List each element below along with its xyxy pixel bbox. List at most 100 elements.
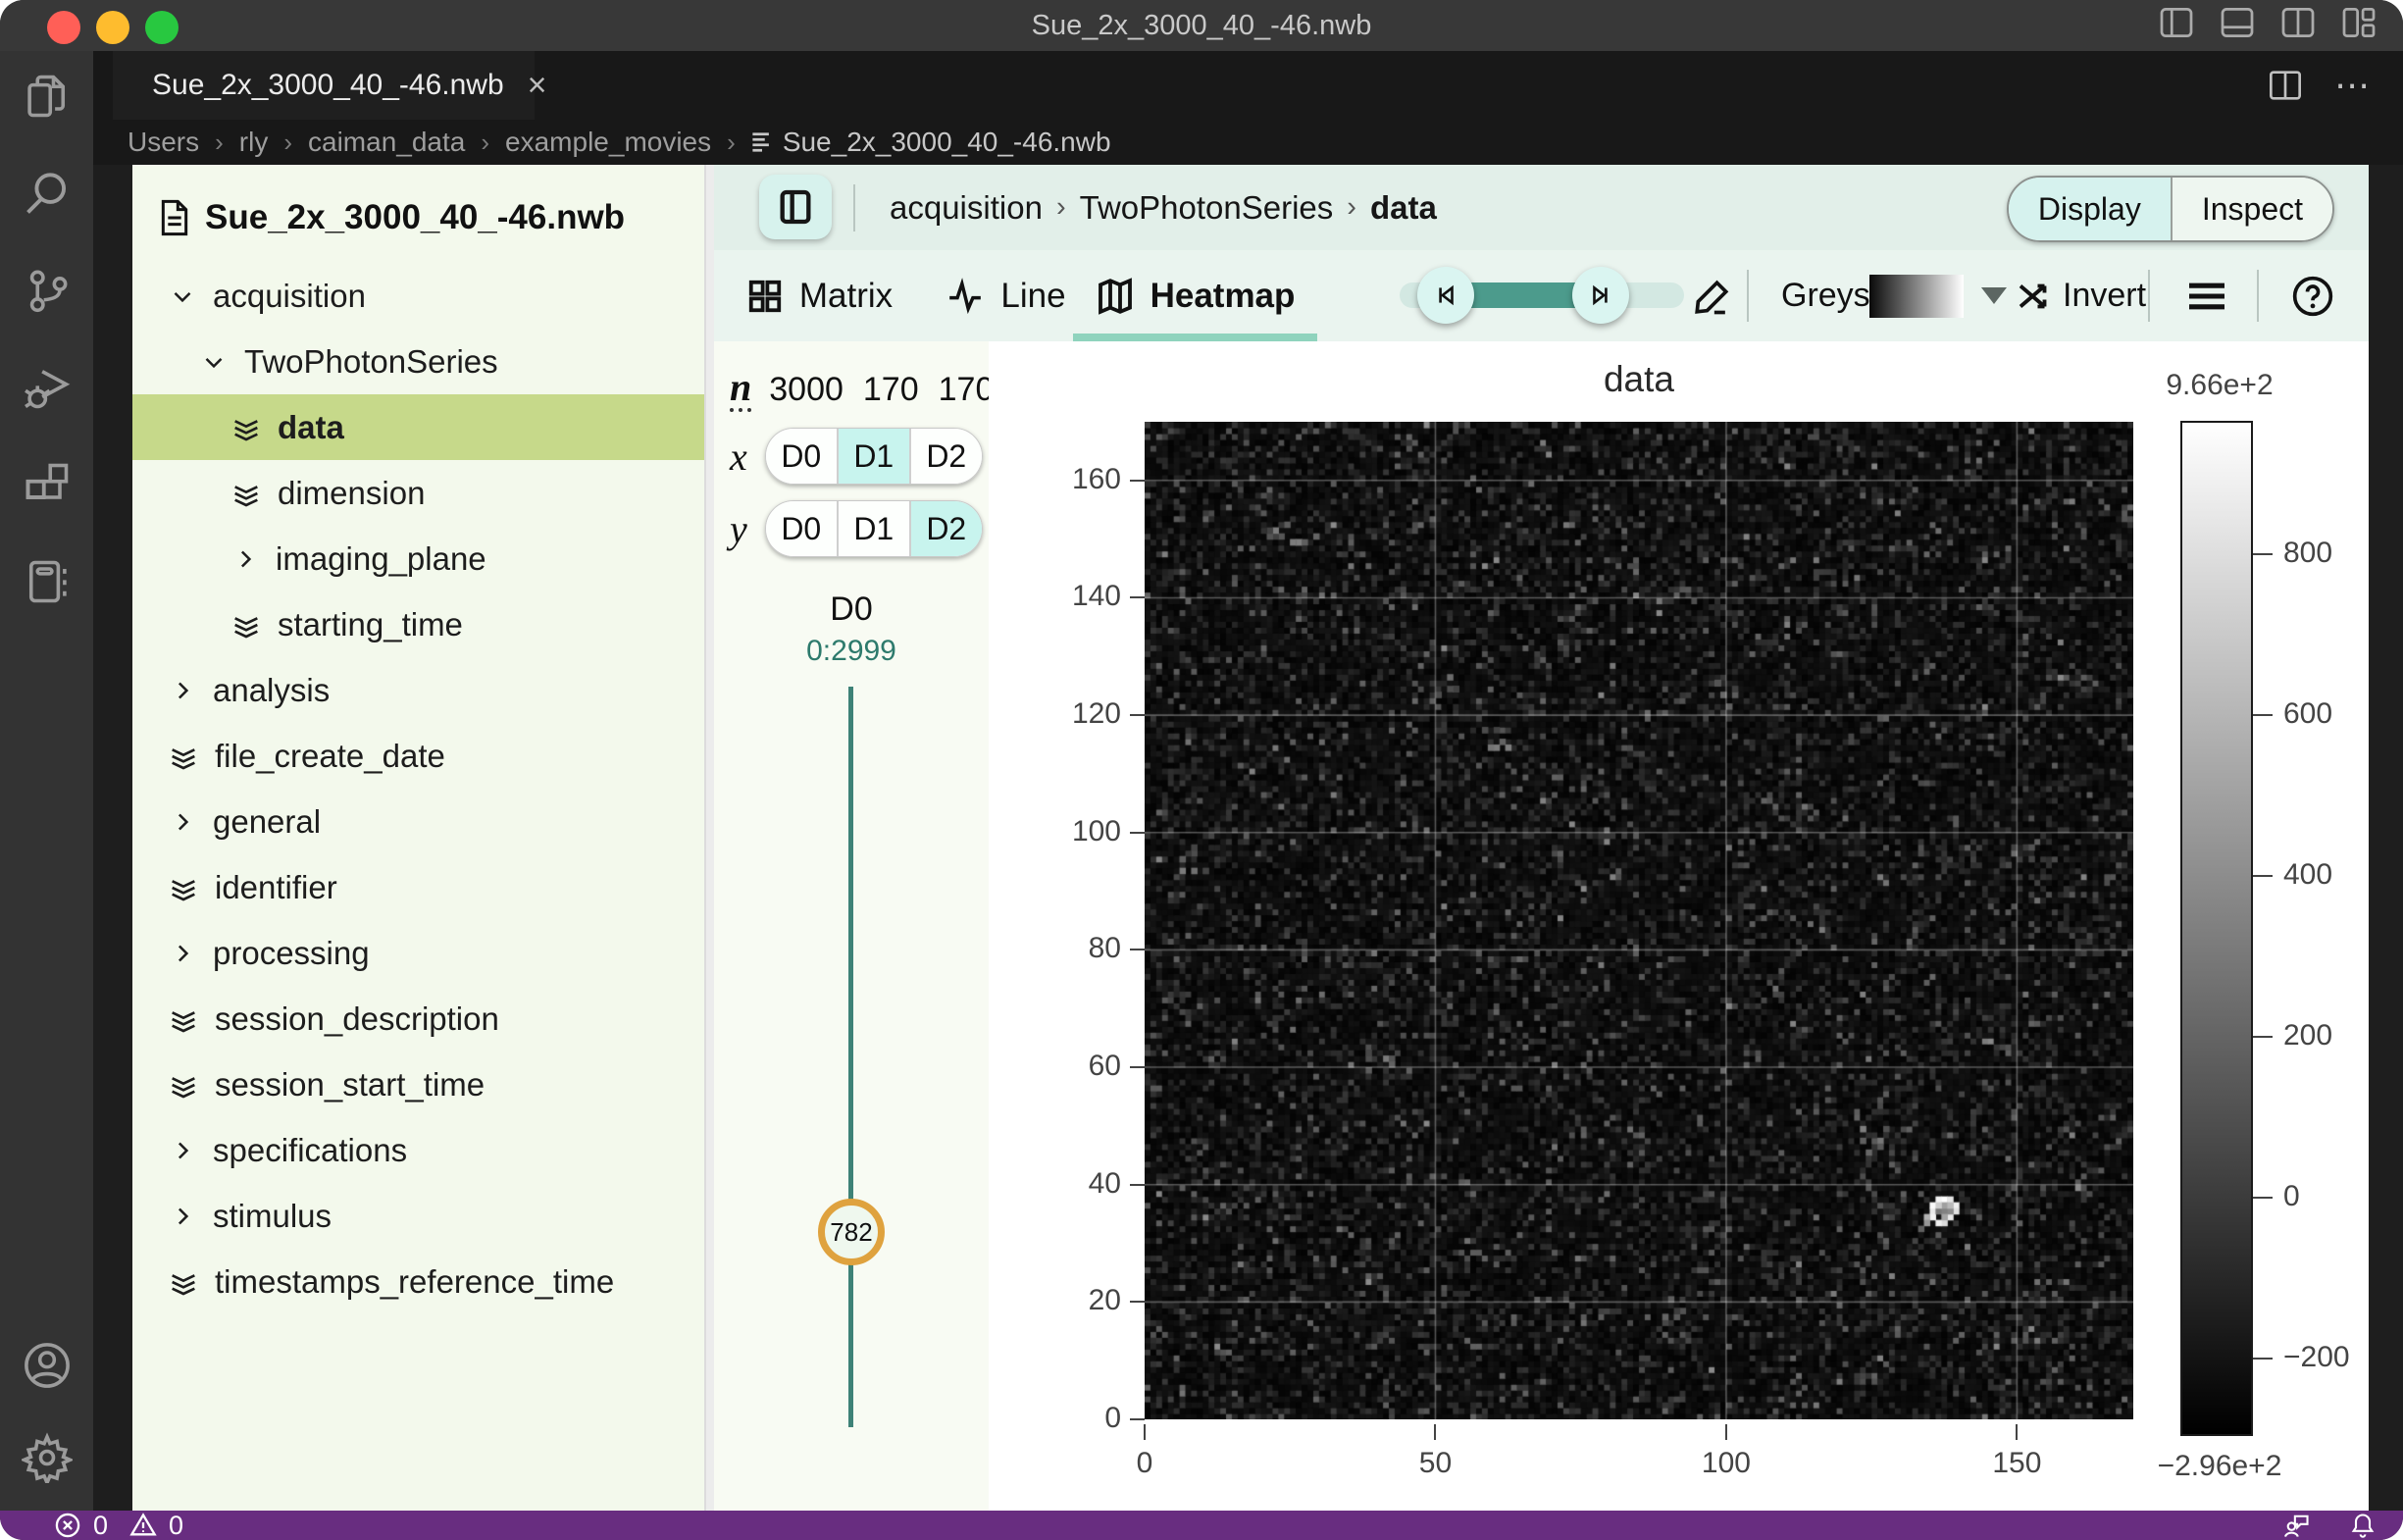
help-button[interactable]	[2291, 250, 2334, 341]
tab-close-icon[interactable]: ×	[528, 67, 547, 105]
notifications-bell-icon[interactable]	[2350, 1512, 2376, 1539]
colorbar-tick-label: −200	[2283, 1341, 2350, 1374]
tab-matrix-label: Matrix	[799, 277, 893, 316]
colormap-dropdown-caret[interactable]	[1981, 287, 2007, 304]
tree-item-starting_time[interactable]: starting_time	[132, 591, 704, 657]
x-dim-option-D0[interactable]: D0	[766, 429, 837, 484]
display-mode-button[interactable]: Display	[2009, 178, 2171, 240]
invert-button[interactable]	[2014, 250, 2055, 341]
range-max-handle[interactable]	[1572, 267, 1629, 324]
y-dim-option-D2[interactable]: D2	[909, 501, 982, 556]
toggle-tree-panel-button[interactable]	[759, 175, 832, 239]
menu-button[interactable]	[2185, 250, 2228, 341]
tree-item-specifications[interactable]: specifications	[132, 1117, 704, 1183]
tree-item-general[interactable]: general	[132, 789, 704, 854]
breadcrumb-item[interactable]: rly	[239, 127, 269, 158]
toggle-panel-icon[interactable]	[2221, 8, 2254, 37]
tree-item-acquisition[interactable]: acquisition	[132, 263, 704, 329]
frame-slider-track[interactable]	[848, 687, 853, 1427]
warning-count: 0	[169, 1511, 183, 1540]
breadcrumb-item[interactable]: example_movies	[505, 127, 711, 158]
tree-item-label: session_description	[215, 1001, 499, 1038]
colormap-range-slider[interactable]	[1400, 282, 1684, 308]
more-actions-icon[interactable]: ⋯	[2334, 65, 2374, 106]
tree-item-dimension[interactable]: dimension	[132, 460, 704, 526]
breadcrumb-item[interactable]: Users	[128, 127, 199, 158]
colormap-swatch[interactable]	[1869, 275, 1964, 318]
edit-range-button[interactable]	[1691, 250, 1734, 341]
account-icon[interactable]	[22, 1340, 73, 1391]
viewer-breadcrumb-item[interactable]: TwoPhotonSeries	[1080, 189, 1334, 227]
colorbar-tick-label: 400	[2283, 858, 2332, 892]
tab-matrix[interactable]: Matrix	[724, 250, 915, 341]
viewer-breadcrumb-separator: ›	[1347, 191, 1356, 224]
breadcrumb-item[interactable]: caiman_data	[308, 127, 465, 158]
extensions-icon[interactable]	[22, 459, 73, 510]
tree-item-stimulus[interactable]: stimulus	[132, 1183, 704, 1249]
explorer-icon[interactable]	[22, 71, 73, 122]
frame-slider-handle[interactable]: 782	[818, 1199, 885, 1265]
y-dim-option-D0[interactable]: D0	[766, 501, 837, 556]
dataset-icon	[230, 478, 262, 509]
chevron-down-icon	[199, 347, 229, 377]
tree-item-imaging_plane[interactable]: imaging_plane	[132, 526, 704, 591]
tree-item-timestamps_reference_time[interactable]: timestamps_reference_time	[132, 1249, 704, 1314]
x-dim-option-D1[interactable]: D1	[837, 429, 909, 484]
shape-values: 3000170170	[769, 371, 994, 409]
x-dim-option-D2[interactable]: D2	[909, 429, 982, 484]
inspect-mode-button[interactable]: Inspect	[2171, 178, 2332, 240]
settings-gear-icon[interactable]	[22, 1432, 73, 1483]
tab-heatmap[interactable]: Heatmap	[1073, 250, 1317, 341]
y-axis-tick-label: 120	[989, 697, 1121, 731]
shape-value: 170	[863, 371, 919, 409]
customize-layout-icon[interactable]	[2342, 8, 2376, 37]
problems-indicator[interactable]: 0 0	[0, 1511, 183, 1540]
tree-item-analysis[interactable]: analysis	[132, 657, 704, 723]
split-editor-icon[interactable]	[2270, 71, 2301, 100]
dataset-icon	[230, 412, 262, 443]
toggle-secondary-sidebar-icon[interactable]	[2281, 8, 2315, 37]
shape-value: 170	[939, 371, 995, 409]
tree-item-label: imaging_plane	[276, 540, 486, 578]
invert-label[interactable]: Invert	[2063, 250, 2146, 341]
colorbar-tick-mark	[2253, 875, 2273, 877]
dataset-icon	[168, 741, 199, 772]
notebook-icon[interactable]	[22, 556, 73, 607]
tree-item-label: analysis	[213, 672, 330, 709]
range-min-handle[interactable]	[1417, 267, 1474, 324]
colorbar-tick-mark	[2253, 553, 2273, 555]
run-debug-icon[interactable]	[22, 362, 73, 413]
skip-end-icon	[1588, 282, 1613, 308]
source-control-icon[interactable]	[22, 265, 73, 316]
heatmap-canvas[interactable]	[1145, 422, 2133, 1419]
viewer-toolbar: Matrix Line Heatmap	[714, 250, 2369, 341]
skip-start-icon	[1433, 282, 1458, 308]
x-axis-tick-label: 150	[1977, 1447, 2056, 1480]
colorbar-tick-label: 200	[2283, 1019, 2332, 1052]
breadcrumb-file[interactable]: Sue_2x_3000_40_-46.nwb	[751, 127, 1111, 158]
file-title: Sue_2x_3000_40_-46.nwb	[132, 165, 704, 263]
y-dim-option-D1[interactable]: D1	[837, 501, 909, 556]
breadcrumb-separator: ›	[211, 128, 228, 158]
tree-item-session_start_time[interactable]: session_start_time	[132, 1052, 704, 1117]
search-icon[interactable]	[22, 168, 73, 219]
viewer-breadcrumb-item[interactable]: data	[1370, 189, 1437, 227]
tree-item-data[interactable]: data	[132, 394, 704, 460]
panel-left-icon	[776, 187, 815, 227]
tab-line[interactable]: Line	[925, 250, 1087, 341]
panel-divider[interactable]	[704, 165, 714, 1511]
tree-item-session_description[interactable]: session_description	[132, 986, 704, 1052]
dataset-icon	[168, 1003, 199, 1035]
feedback-icon[interactable]	[2281, 1512, 2311, 1539]
toggle-primary-sidebar-icon[interactable]	[2160, 8, 2193, 37]
tree-item-TwoPhotonSeries[interactable]: TwoPhotonSeries	[132, 329, 704, 394]
tree-item-file_create_date[interactable]: file_create_date	[132, 723, 704, 789]
x-axis-tick-label: 50	[1396, 1447, 1474, 1480]
tree-item-identifier[interactable]: identifier	[132, 854, 704, 920]
tree-item-processing[interactable]: processing	[132, 920, 704, 986]
dataset-icon	[168, 1266, 199, 1298]
breadcrumb-separator: ›	[477, 128, 493, 158]
viewer-breadcrumb-item[interactable]: acquisition	[890, 189, 1043, 227]
tab-nwb-file[interactable]: Sue_2x_3000_40_-46.nwb ×	[113, 51, 535, 120]
tree-item-label: session_start_time	[215, 1066, 485, 1104]
